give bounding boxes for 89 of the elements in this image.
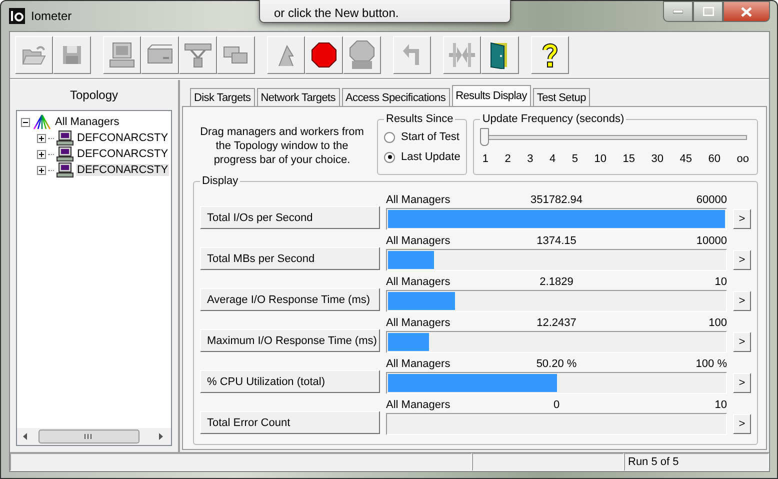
metric-button[interactable]: Maximum I/O Response Time (ms)	[200, 329, 380, 352]
manager-label: All Managers	[386, 194, 452, 207]
more-button[interactable]: >	[733, 332, 751, 352]
slider-thumb[interactable]	[480, 128, 490, 146]
status-text: Run 5 of 5	[624, 453, 769, 471]
scale-max: 10	[714, 399, 727, 412]
computer-icon	[56, 146, 74, 162]
group-title: Results Since	[385, 113, 454, 125]
expand-icon[interactable]	[21, 118, 30, 126]
expand-icon[interactable]	[37, 150, 46, 158]
tab[interactable]: Disk Targets	[190, 88, 255, 106]
tick-label: 2	[504, 153, 511, 165]
metric-value: 12.2437	[536, 317, 576, 330]
metric-value: 351782.94	[530, 194, 582, 207]
metric-value: 50.20 %	[536, 358, 577, 371]
scale-max: 10	[714, 276, 727, 289]
panel-title: Topology	[70, 88, 118, 102]
tooltip: or click the New button.	[259, 0, 511, 23]
tree-item[interactable]: DEFCONARCSTY	[76, 148, 170, 160]
maximize-button[interactable]	[693, 1, 723, 22]
minimize-button[interactable]	[663, 1, 693, 22]
expand-icon[interactable]	[37, 134, 46, 142]
tick-label: oo	[736, 153, 749, 165]
toolbar-button[interactable]	[305, 36, 343, 74]
manager-label: All Managers	[386, 358, 452, 371]
question-mark-icon	[540, 41, 560, 69]
metric-value: 1374.15	[536, 235, 576, 248]
metric-button[interactable]: Average I/O Response Time (ms)	[200, 288, 380, 311]
metric-button[interactable]: Total I/Os per Second	[200, 206, 380, 229]
metric-value: 0	[553, 399, 560, 412]
horizontal-scrollbar[interactable]	[17, 428, 171, 445]
network-icon	[183, 41, 213, 69]
expand-icon[interactable]	[37, 166, 46, 174]
scale-max: 10000	[695, 235, 727, 248]
tree-item[interactable]: DEFCONARCSTY	[76, 132, 170, 144]
computer-icon	[56, 162, 74, 178]
tick-label: 45	[680, 153, 692, 165]
tick-label: 4	[549, 153, 556, 165]
stop-sign-icon	[311, 42, 337, 68]
stop-sign-icon	[349, 40, 375, 70]
manager-label: All Managers	[386, 399, 452, 412]
tick-label: 60	[708, 153, 720, 165]
minimize-icon	[673, 10, 683, 14]
metric-button[interactable]: Total MBs per Second	[200, 247, 380, 270]
more-button[interactable]: >	[733, 414, 751, 434]
radio-button[interactable]	[384, 132, 395, 142]
manager-label: All Managers	[386, 235, 452, 248]
tab[interactable]: Results Display	[452, 85, 531, 106]
group-title: Update Frequency (seconds)	[481, 113, 626, 125]
tab[interactable]: Access Specifications	[342, 88, 450, 106]
arrows-icon	[447, 41, 477, 69]
tick-label: 5	[572, 153, 578, 165]
metric-button[interactable]: Total Error Count	[200, 411, 380, 434]
tab[interactable]: Test Setup	[532, 88, 590, 106]
scale-max: 100 %	[694, 358, 727, 371]
close-button[interactable]	[723, 1, 770, 22]
more-button[interactable]: >	[733, 373, 751, 393]
scale-max: 60000	[695, 194, 727, 207]
managers-icon	[32, 114, 52, 130]
toolbar-button[interactable]	[531, 36, 569, 74]
tree-item[interactable]: All Managers	[54, 116, 120, 128]
app-icon	[9, 8, 25, 24]
manager-label: All Managers	[386, 317, 452, 330]
maximize-icon	[702, 7, 714, 16]
toolbar-button[interactable]	[481, 36, 519, 74]
tick-label: 3	[527, 153, 534, 165]
more-button[interactable]: >	[733, 291, 751, 311]
tick-label: 30	[651, 153, 664, 165]
tick-label: 1	[482, 153, 488, 165]
radio-button[interactable]	[384, 152, 395, 162]
computer-icon	[108, 41, 136, 69]
metric-value: 2.1829	[540, 276, 574, 289]
tree-item[interactable]: DEFCONARCSTY	[76, 164, 170, 176]
more-button[interactable]: >	[733, 250, 751, 270]
instructions-text: Drag managers and workers from the Topology window to the progress bar of your choice.	[199, 125, 365, 168]
tick-label: 10	[594, 153, 606, 165]
manager-label: All Managers	[386, 276, 452, 289]
open-folder-icon	[21, 44, 47, 66]
tick-label: 15	[622, 153, 635, 165]
radio-label: Start of Test	[401, 131, 460, 143]
metric-button[interactable]: % CPU Utilization (total)	[200, 370, 380, 393]
radio-label: Last Update	[401, 151, 460, 163]
more-button[interactable]: >	[733, 209, 751, 229]
tab[interactable]: Network Targets	[256, 88, 340, 106]
window-title: Iometer	[31, 9, 72, 23]
scale-max: 100	[708, 317, 727, 330]
computer-icon	[56, 130, 74, 146]
group-title: Display	[201, 175, 240, 187]
close-icon	[741, 6, 752, 16]
